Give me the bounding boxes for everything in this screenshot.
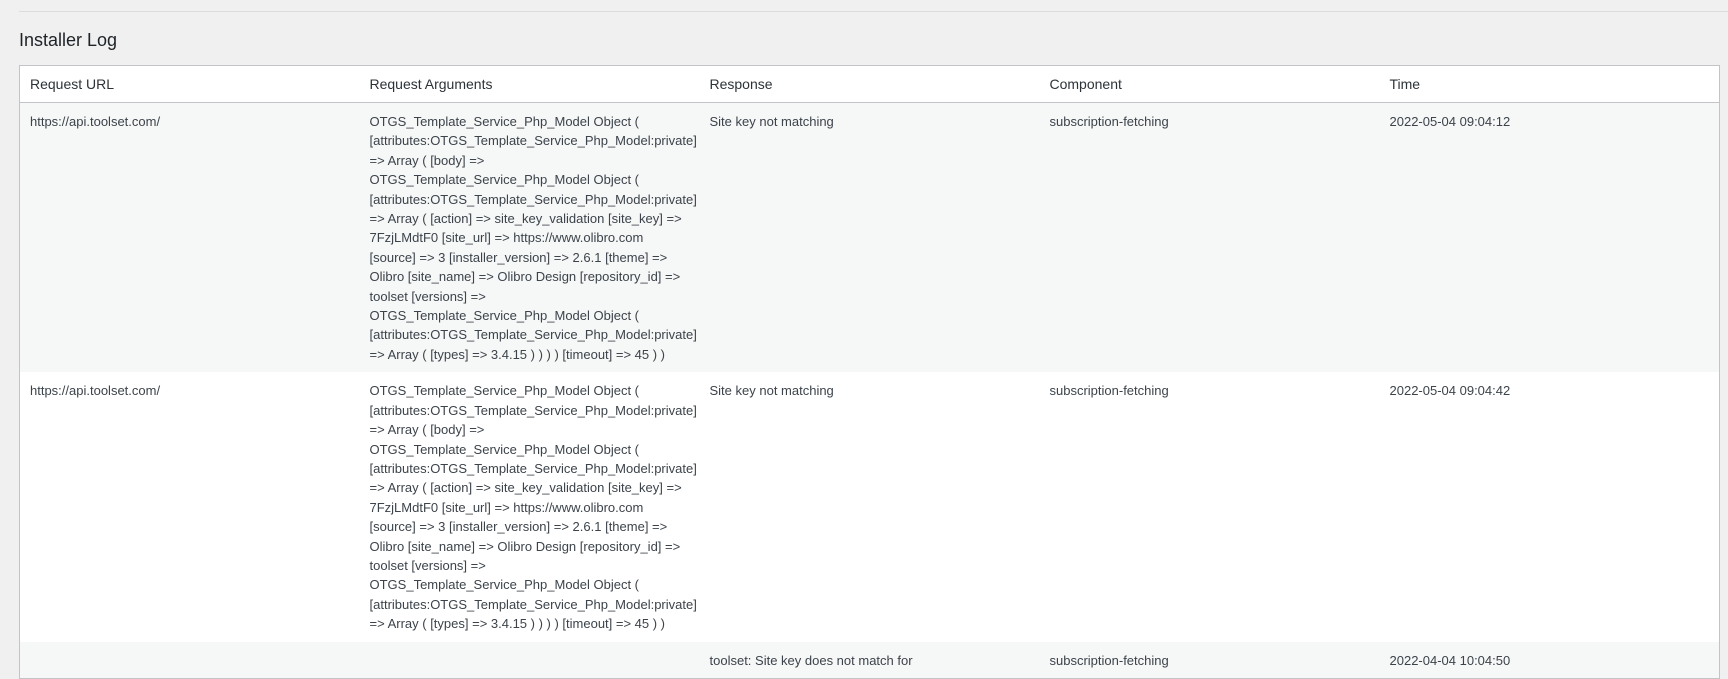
cell-request-url: [19, 641, 360, 679]
cell-component: subscription-fetching: [1039, 372, 1380, 642]
table-header: Request URL Request Arguments Response C…: [19, 65, 1720, 103]
args-line: OTGS_Template_Service_Php_Model Object (: [369, 577, 640, 593]
args-line: OTGS_Template_Service_Php_Model Object (: [369, 441, 640, 457]
cell-component: subscription-fetching: [1039, 102, 1380, 373]
args-line: 7FzjLMdtF0 [site_url] => https://www.oli…: [369, 499, 644, 515]
cell-request-arguments: [359, 641, 700, 679]
header-request-url: Request URL: [19, 65, 360, 103]
args-line: toolset [versions] =>: [369, 557, 486, 573]
args-line: => Array ( [body] =>: [369, 422, 485, 438]
args-line: [attributes:OTGS_Template_Service_Php_Mo…: [369, 191, 697, 207]
table-body: https://api.toolset.com/ OTGS_Template_S…: [19, 102, 1720, 679]
args-line: OTGS_Template_Service_Php_Model Object (: [369, 172, 640, 188]
args-line: [attributes:OTGS_Template_Service_Php_Mo…: [369, 460, 697, 476]
cell-component: subscription-fetching: [1039, 641, 1380, 679]
args-line: [attributes:OTGS_Template_Service_Php_Mo…: [369, 402, 697, 418]
top-divider: [19, 11, 1728, 12]
cell-response: toolset: Site key does not match for: [699, 641, 1040, 679]
cell-response: Site key not matching: [699, 102, 1040, 373]
args-line: => Array ( [body] =>: [369, 152, 485, 168]
cell-time: 2022-05-04 09:04:42: [1379, 372, 1720, 642]
args-line: [source] => 3 [installer_version] => 2.6…: [369, 249, 668, 265]
args-line: [attributes:OTGS_Template_Service_Php_Mo…: [369, 327, 697, 343]
args-line: Olibro [site_name] => Olibro Design [rep…: [369, 538, 681, 554]
cell-request-arguments: OTGS_Template_Service_Php_Model Object (…: [359, 102, 700, 373]
header-response: Response: [699, 65, 1040, 103]
args-line: OTGS_Template_Service_Php_Model Object (: [369, 114, 640, 129]
args-line: toolset [versions] =>: [369, 288, 486, 304]
cell-request-arguments: OTGS_Template_Service_Php_Model Object (…: [359, 372, 700, 642]
args-line: OTGS_Template_Service_Php_Model Object (: [369, 308, 640, 324]
args-line: [attributes:OTGS_Template_Service_Php_Mo…: [369, 596, 697, 612]
cell-time: 2022-04-04 10:04:50: [1379, 641, 1720, 679]
header-time: Time: [1379, 65, 1720, 103]
table-row: https://api.toolset.com/ OTGS_Template_S…: [19, 372, 1720, 642]
args-line: OTGS_Template_Service_Php_Model Object (: [369, 383, 640, 399]
table-row: https://api.toolset.com/ OTGS_Template_S…: [19, 102, 1720, 373]
args-line: [attributes:OTGS_Template_Service_Php_Mo…: [369, 133, 697, 149]
cell-response: Site key not matching: [699, 372, 1040, 642]
cell-time: 2022-05-04 09:04:12: [1379, 102, 1720, 373]
section-title: Installer Log: [19, 30, 118, 50]
cell-request-url: https://api.toolset.com/: [19, 102, 360, 373]
header-request-arguments: Request Arguments: [359, 65, 700, 103]
args-line: => Array ( [action] => site_key_validati…: [369, 480, 682, 496]
args-line: [source] => 3 [installer_version] => 2.6…: [369, 519, 668, 535]
args-line: 7FzjLMdtF0 [site_url] => https://www.oli…: [369, 230, 644, 246]
args-line: => Array ( [types] => 3.4.15 ) ) ) ) [ti…: [369, 616, 666, 632]
args-line: => Array ( [action] => site_key_validati…: [369, 211, 682, 227]
header-component: Component: [1039, 65, 1380, 103]
cell-request-url: https://api.toolset.com/: [19, 372, 360, 642]
table-row: toolset: Site key does not match for sub…: [19, 641, 1720, 679]
args-line: => Array ( [types] => 3.4.15 ) ) ) ) [ti…: [369, 346, 666, 362]
installer-log-table: Request URL Request Arguments Response C…: [19, 65, 1720, 679]
args-line: Olibro [site_name] => Olibro Design [rep…: [369, 269, 681, 285]
header-row: Request URL Request Arguments Response C…: [19, 65, 1720, 103]
